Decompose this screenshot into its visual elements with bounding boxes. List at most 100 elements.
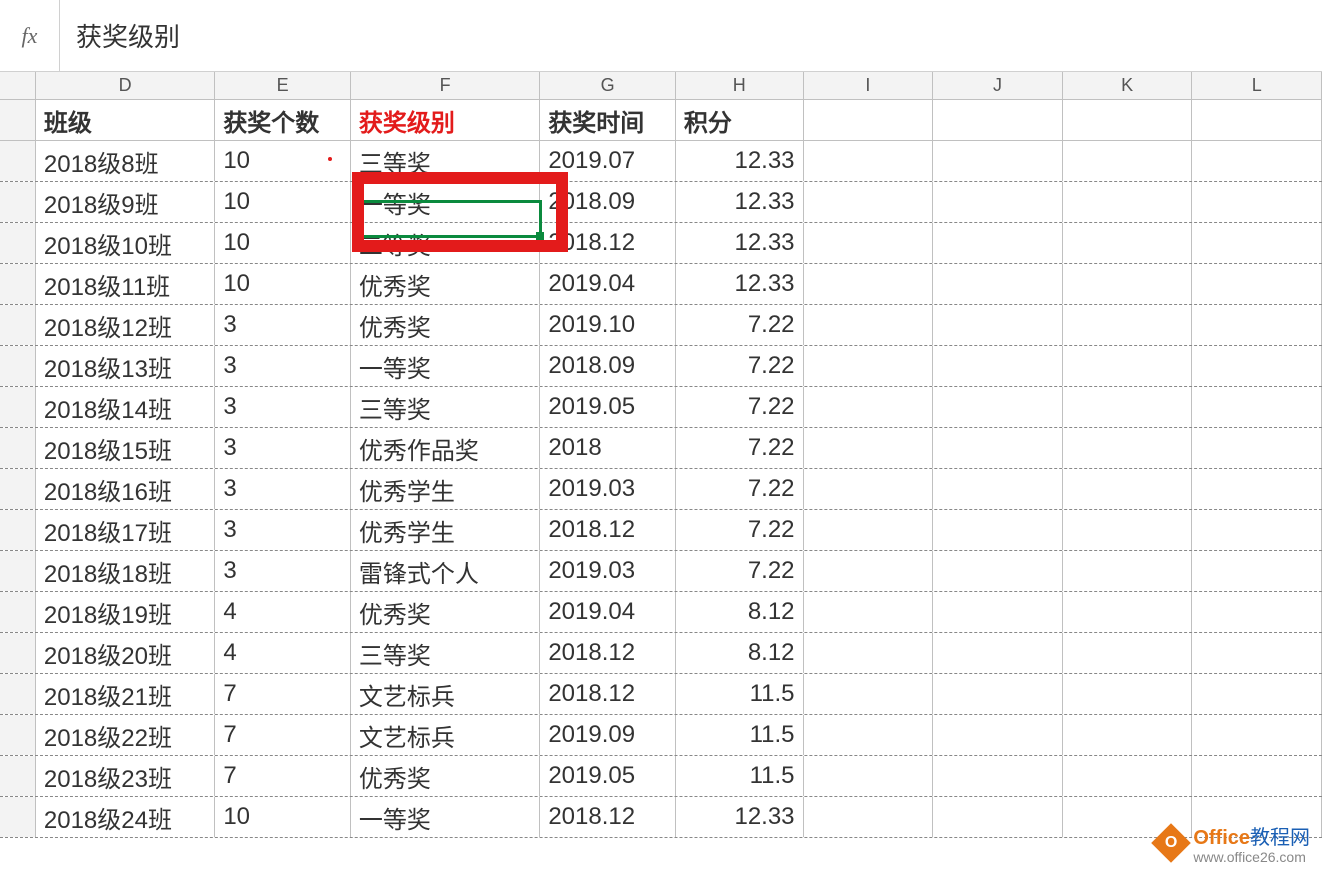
row-header[interactable] xyxy=(0,100,36,140)
cell-award-level[interactable]: 优秀奖 xyxy=(351,592,540,632)
cell-class[interactable]: 2018级21班 xyxy=(36,674,215,714)
header-award-level[interactable]: 获奖级别 xyxy=(351,100,540,140)
row-header[interactable] xyxy=(0,223,36,263)
cell-empty-J[interactable] xyxy=(933,633,1063,673)
cell-empty-I[interactable] xyxy=(804,797,934,837)
cell-empty-I[interactable] xyxy=(804,141,934,181)
cell-award-count[interactable]: 10 xyxy=(215,264,351,304)
cell-empty-I[interactable] xyxy=(804,305,934,345)
row-header[interactable] xyxy=(0,387,36,427)
row-header[interactable] xyxy=(0,510,36,550)
cell-empty-J[interactable] xyxy=(933,223,1063,263)
cell-award-level[interactable]: 三等奖 xyxy=(351,387,540,427)
cell-empty-L[interactable] xyxy=(1192,305,1322,345)
cell-award-time[interactable]: 2018.12 xyxy=(540,510,676,550)
cell-empty-K[interactable] xyxy=(1063,223,1193,263)
cell-empty-K[interactable] xyxy=(1063,633,1193,673)
col-header-F[interactable]: F xyxy=(351,72,540,99)
cell-class[interactable]: 2018级8班 xyxy=(36,141,215,181)
cell-empty-I[interactable] xyxy=(804,715,934,755)
cell-award-count[interactable]: 3 xyxy=(215,305,351,345)
cell-empty-L[interactable] xyxy=(1192,387,1322,427)
cell-award-level[interactable]: 一等奖 xyxy=(351,346,540,386)
cell-class[interactable]: 2018级13班 xyxy=(36,346,215,386)
col-header-G[interactable]: G xyxy=(540,72,676,99)
cell-award-time[interactable]: 2019.05 xyxy=(540,387,676,427)
cell-class[interactable]: 2018级19班 xyxy=(36,592,215,632)
cell-empty-J[interactable] xyxy=(933,551,1063,591)
cell-empty-I[interactable] xyxy=(804,387,934,427)
fx-icon[interactable]: fx xyxy=(0,0,60,71)
row-header[interactable] xyxy=(0,797,36,837)
cell-empty-I[interactable] xyxy=(804,592,934,632)
cell-empty-L[interactable] xyxy=(1192,715,1322,755)
col-header-H[interactable]: H xyxy=(676,72,804,99)
row-header[interactable] xyxy=(0,715,36,755)
cell-empty-K[interactable] xyxy=(1063,510,1193,550)
cell-empty-L[interactable] xyxy=(1192,510,1322,550)
row-header[interactable] xyxy=(0,674,36,714)
cell-empty-J[interactable] xyxy=(933,387,1063,427)
cell-award-count[interactable]: 4 xyxy=(215,633,351,673)
cell-score[interactable]: 7.22 xyxy=(676,469,804,509)
cell-empty-L[interactable] xyxy=(1192,223,1322,263)
cell-award-level[interactable]: 三等奖 xyxy=(351,141,540,181)
header-award-count[interactable]: 获奖个数 xyxy=(215,100,351,140)
cell-class[interactable]: 2018级24班 xyxy=(36,797,215,837)
cell-award-level[interactable]: 一等奖 xyxy=(351,797,540,837)
cell-award-level[interactable]: 优秀奖 xyxy=(351,756,540,796)
cell-award-time[interactable]: 2019.07 xyxy=(540,141,676,181)
cell-class[interactable]: 2018级14班 xyxy=(36,387,215,427)
cell-award-time[interactable]: 2019.03 xyxy=(540,551,676,591)
cell-award-time[interactable]: 2018 xyxy=(540,428,676,468)
cell-award-level[interactable]: 优秀学生 xyxy=(351,510,540,550)
cell-award-count[interactable]: 3 xyxy=(215,428,351,468)
cell-empty-L[interactable] xyxy=(1192,182,1322,222)
cell-award-level[interactable]: 优秀学生 xyxy=(351,469,540,509)
cell-empty-K[interactable] xyxy=(1063,182,1193,222)
header-award-time[interactable]: 获奖时间 xyxy=(540,100,676,140)
cell-award-count[interactable]: 3 xyxy=(215,510,351,550)
spreadsheet-grid[interactable]: D E F G H I J K L 班级获奖个数获奖级别获奖时间积分2018级8… xyxy=(0,72,1322,838)
cell-class[interactable]: 2018级12班 xyxy=(36,305,215,345)
cell-award-time[interactable]: 2018.12 xyxy=(540,633,676,673)
row-header[interactable] xyxy=(0,182,36,222)
cell-award-level[interactable]: 三等奖 xyxy=(351,633,540,673)
cell-score[interactable]: 7.22 xyxy=(676,346,804,386)
cell-class[interactable]: 2018级11班 xyxy=(36,264,215,304)
cell-empty-L[interactable] xyxy=(1192,674,1322,714)
cell-score[interactable]: 7.22 xyxy=(676,510,804,550)
cell-score[interactable]: 12.33 xyxy=(676,264,804,304)
cell-score[interactable]: 11.5 xyxy=(676,756,804,796)
cell-award-time[interactable]: 2018.09 xyxy=(540,346,676,386)
cell-award-time[interactable]: 2018.12 xyxy=(540,674,676,714)
cell-empty-J[interactable] xyxy=(933,305,1063,345)
col-header-K[interactable]: K xyxy=(1063,72,1193,99)
cell-empty-L[interactable] xyxy=(1192,346,1322,386)
cell-award-count[interactable]: 3 xyxy=(215,346,351,386)
cell-class[interactable]: 2018级20班 xyxy=(36,633,215,673)
col-header-L[interactable]: L xyxy=(1192,72,1322,99)
cell-award-level[interactable]: 优秀作品奖 xyxy=(351,428,540,468)
cell-score[interactable]: 12.33 xyxy=(676,141,804,181)
cell-award-time[interactable]: 2018.12 xyxy=(540,223,676,263)
cell-empty-I[interactable] xyxy=(804,223,934,263)
row-header[interactable] xyxy=(0,592,36,632)
cell-empty-I[interactable] xyxy=(804,510,934,550)
cell-award-level[interactable]: 文艺标兵 xyxy=(351,715,540,755)
cell-award-count[interactable]: 7 xyxy=(215,715,351,755)
cell-award-time[interactable]: 2019.10 xyxy=(540,305,676,345)
cell-empty-J[interactable] xyxy=(933,346,1063,386)
cell-class[interactable]: 2018级9班 xyxy=(36,182,215,222)
header-empty-K[interactable] xyxy=(1063,100,1193,140)
cell-empty-K[interactable] xyxy=(1063,551,1193,591)
cell-award-count[interactable]: 10 xyxy=(215,182,351,222)
cell-empty-I[interactable] xyxy=(804,551,934,591)
cell-empty-J[interactable] xyxy=(933,182,1063,222)
cell-empty-J[interactable] xyxy=(933,264,1063,304)
cell-empty-K[interactable] xyxy=(1063,264,1193,304)
cell-award-level[interactable]: 优秀奖 xyxy=(351,264,540,304)
select-all-corner[interactable] xyxy=(0,72,36,99)
cell-empty-K[interactable] xyxy=(1063,346,1193,386)
cell-empty-I[interactable] xyxy=(804,428,934,468)
